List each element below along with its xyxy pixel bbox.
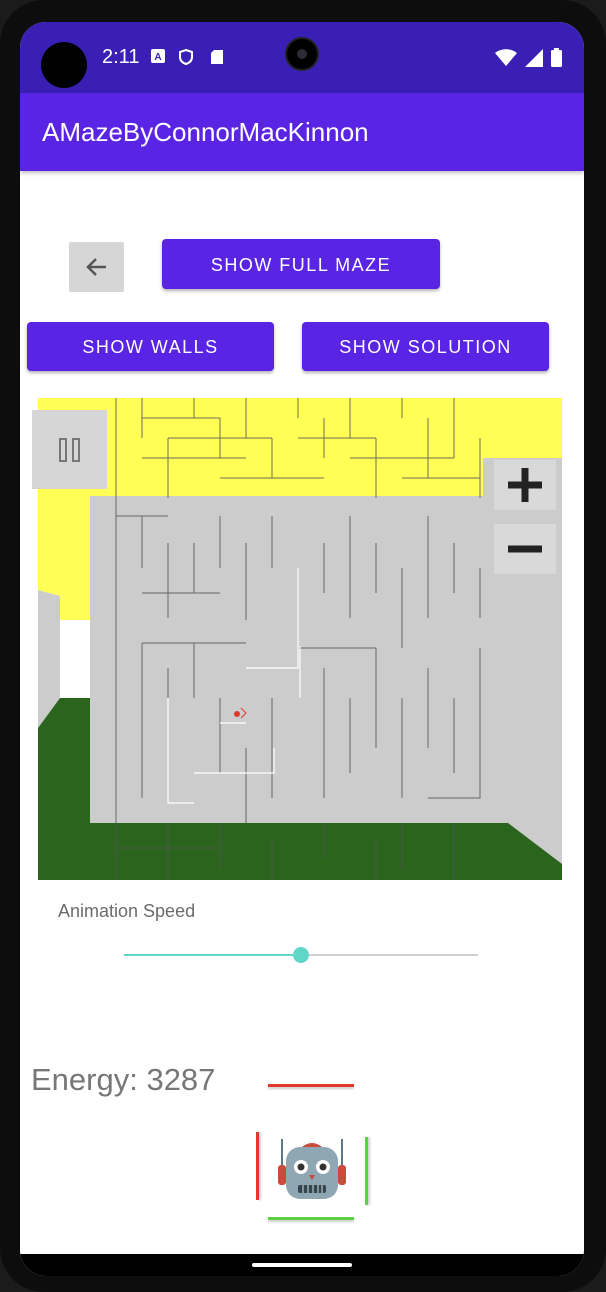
- plus-icon: [508, 468, 542, 502]
- backward-sensor-indicator: [268, 1217, 354, 1220]
- back-button[interactable]: [69, 242, 124, 292]
- translate-icon: A: [151, 49, 165, 65]
- screen: 2:11 A AMazeByConnorMacKinnon SHOW FULL …: [20, 22, 584, 1276]
- left-sensor-indicator: [256, 1132, 259, 1200]
- robot-position-marker: [234, 711, 240, 717]
- arrow-back-icon: [85, 258, 106, 276]
- app-title: AMazeByConnorMacKinnon: [42, 117, 369, 147]
- animation-speed-slider[interactable]: [124, 947, 478, 963]
- status-bar: 2:11 A: [20, 22, 584, 93]
- svg-text:A: A: [154, 52, 161, 63]
- forward-sensor-indicator: [268, 1084, 354, 1087]
- minus-icon: [508, 545, 542, 553]
- shield-icon: [179, 48, 193, 66]
- signal-icon: [525, 48, 543, 67]
- wifi-icon: [495, 48, 517, 66]
- camera-cutout: [41, 42, 87, 88]
- slider-thumb[interactable]: [293, 947, 309, 963]
- zoom-out-button[interactable]: [494, 524, 556, 574]
- sd-card-icon: [210, 49, 224, 65]
- zoom-in-button[interactable]: [494, 460, 556, 510]
- front-camera: [285, 37, 319, 71]
- right-sensor-indicator: [365, 1137, 368, 1205]
- show-full-maze-button[interactable]: SHOW FULL MAZE: [162, 239, 440, 289]
- maze-right-gray: [483, 458, 562, 880]
- battery-icon: [551, 48, 562, 67]
- status-right-icons: [495, 48, 562, 67]
- maze-view[interactable]: [38, 398, 562, 880]
- status-time: 2:11: [102, 46, 140, 68]
- app-bar: AMazeByConnorMacKinnon: [20, 93, 584, 171]
- home-gesture-pill[interactable]: [252, 1263, 352, 1267]
- pause-icon: [59, 437, 67, 462]
- phone-frame: 2:11 A AMazeByConnorMacKinnon SHOW FULL …: [0, 0, 606, 1292]
- pause-button[interactable]: [32, 410, 107, 489]
- robot-icon: [278, 1139, 346, 1199]
- energy-readout: Energy: 3287: [31, 1062, 216, 1097]
- slider-fill: [124, 954, 301, 956]
- animation-speed-label: Animation Speed: [58, 901, 196, 921]
- show-walls-button[interactable]: SHOW WALLS: [27, 322, 274, 371]
- show-solution-button[interactable]: SHOW SOLUTION: [302, 322, 549, 371]
